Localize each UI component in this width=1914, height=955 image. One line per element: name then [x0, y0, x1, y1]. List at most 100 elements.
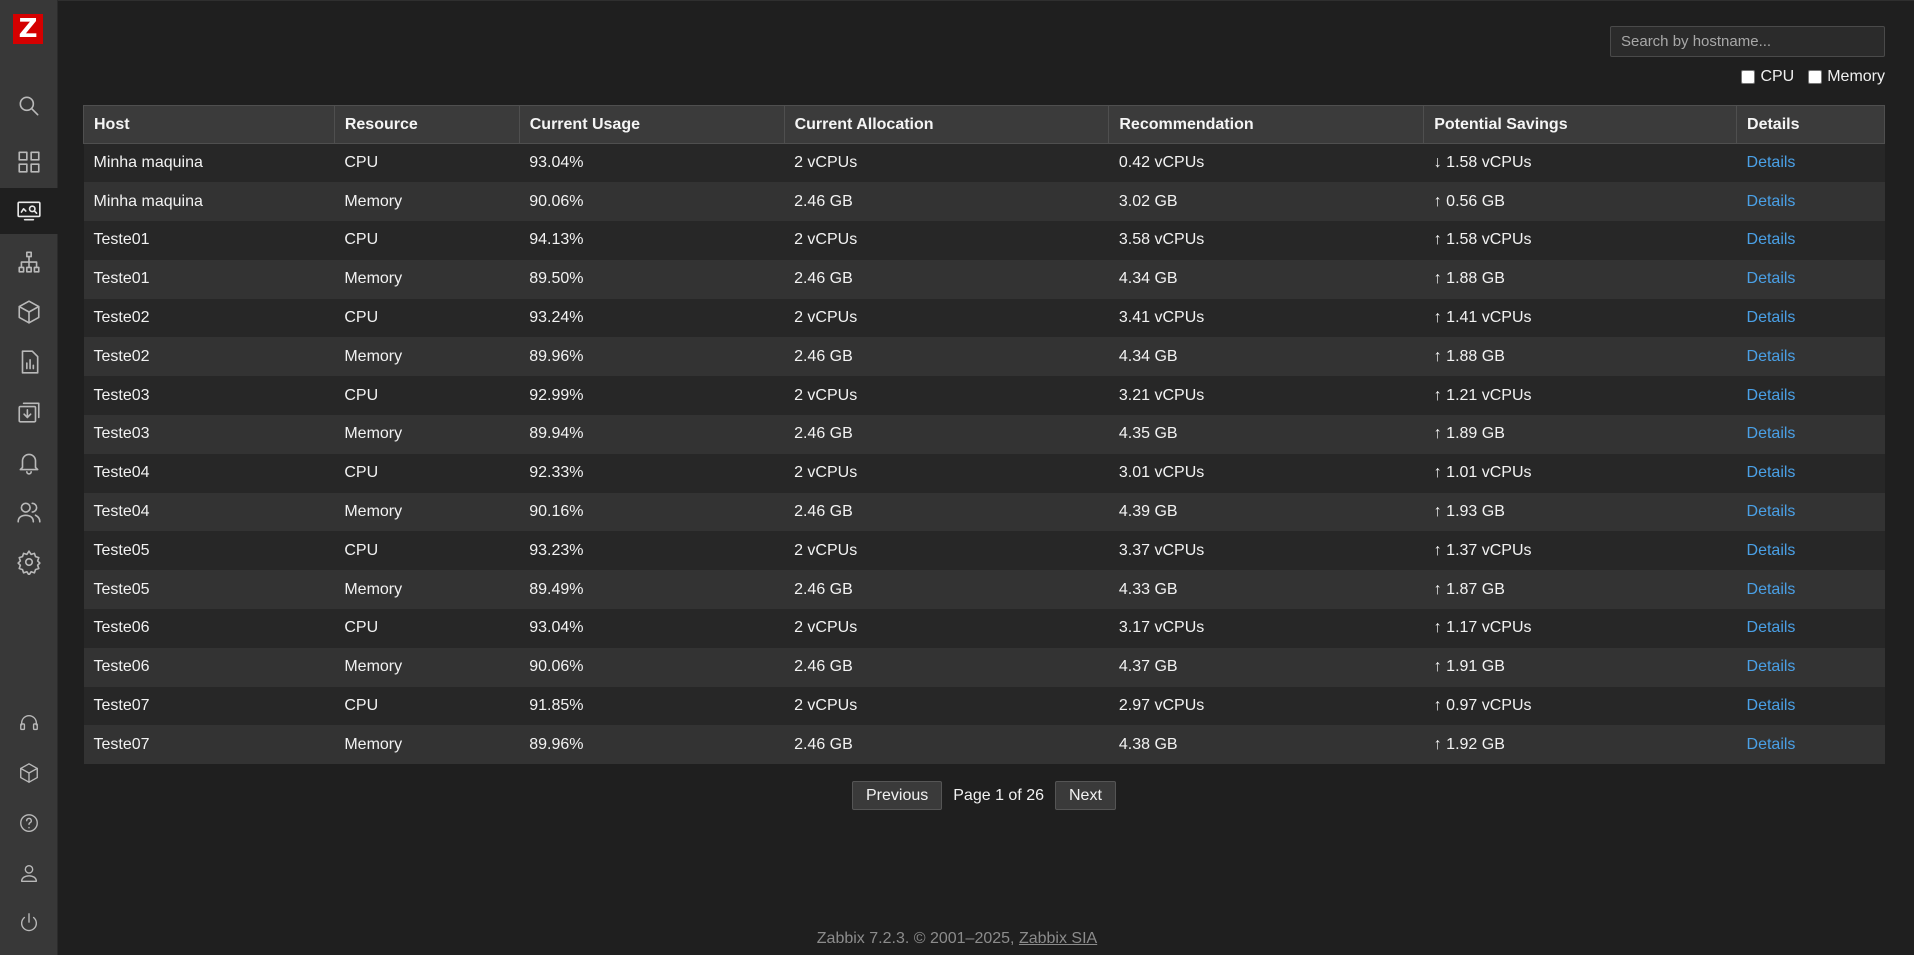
- page-indicator: Page 1 of 26: [953, 786, 1044, 804]
- cell-potential-savings: ↑ 1.17 vCPUs: [1423, 609, 1737, 648]
- table-row: Teste06 Memory 90.06% 2.46 GB 4.37 GB ↑ 1.91 …: [83, 647, 1885, 687]
- column-header-host[interactable]: Host: [83, 105, 335, 144]
- details-link[interactable]: Details: [1747, 736, 1796, 753]
- details-link[interactable]: Details: [1747, 270, 1796, 287]
- table-row: Teste03 CPU 92.99% 2 vCPUs 3.21 vCPUs ↑ 1.21 …: [83, 376, 1885, 416]
- cell-resource: CPU: [334, 531, 520, 571]
- cell-current-allocation: 2 vCPUs: [784, 221, 1109, 260]
- zabbix-sia-link[interactable]: Zabbix SIA: [1019, 930, 1097, 947]
- details-link[interactable]: Details: [1747, 581, 1796, 598]
- column-header-current-usage[interactable]: Current Usage: [518, 105, 785, 144]
- details-link[interactable]: Details: [1747, 154, 1796, 171]
- table-row: Teste03 Memory 89.94% 2.46 GB 4.35 GB ↑ 1.89 …: [83, 415, 1885, 454]
- column-header-current-allocation[interactable]: Current Allocation: [783, 105, 1109, 144]
- resource-filters: CPU Memory: [1741, 68, 1885, 86]
- cell-resource: CPU: [334, 298, 520, 338]
- zabbix-logo[interactable]: Z: [13, 14, 43, 44]
- cell-potential-savings: ↑ 1.21 vCPUs: [1423, 376, 1737, 416]
- inventory-icon[interactable]: [0, 289, 58, 335]
- cell-host: Teste05: [83, 531, 335, 571]
- network-icon[interactable]: [0, 239, 58, 285]
- integrations-icon[interactable]: [0, 750, 58, 796]
- cell-details: Details: [1736, 143, 1885, 183]
- details-link[interactable]: Details: [1747, 309, 1796, 326]
- cell-current-allocation: 2 vCPUs: [784, 376, 1109, 416]
- cpu-checkbox[interactable]: [1741, 70, 1756, 84]
- cell-recommendation: 2.97 vCPUs: [1108, 686, 1424, 726]
- help-icon[interactable]: [0, 800, 58, 846]
- previous-page-button[interactable]: Previous: [852, 781, 943, 810]
- cpu-filter[interactable]: CPU: [1741, 68, 1794, 86]
- details-link[interactable]: Details: [1747, 464, 1796, 481]
- details-link[interactable]: Details: [1747, 503, 1796, 520]
- table-row: Teste07 CPU 91.85% 2 vCPUs 2.97 vCPUs ↑ 0.97 …: [83, 686, 1885, 726]
- cell-recommendation: 4.34 GB: [1108, 259, 1424, 299]
- cell-current-allocation: 2.46 GB: [784, 182, 1109, 222]
- details-link[interactable]: Details: [1747, 231, 1796, 248]
- cell-host: Teste04: [83, 453, 335, 493]
- cell-resource: Memory: [334, 647, 520, 687]
- cell-host: Teste06: [83, 647, 335, 687]
- table-header-row: Host Resource Current Usage Current Allo…: [83, 105, 1885, 144]
- support-icon[interactable]: [0, 700, 58, 746]
- cell-resource: Memory: [334, 492, 520, 532]
- details-link[interactable]: Details: [1747, 619, 1796, 636]
- cell-host: Teste02: [83, 298, 335, 338]
- cell-recommendation: 0.42 vCPUs: [1108, 143, 1424, 183]
- cell-host: Teste06: [83, 609, 335, 648]
- cell-host: Teste02: [83, 337, 335, 377]
- cell-resource: Memory: [334, 415, 520, 454]
- table-row: Teste01 CPU 94.13% 2 vCPUs 3.58 vCPUs ↑ 1.58 …: [83, 221, 1885, 260]
- column-header-resource[interactable]: Resource: [333, 105, 520, 144]
- cell-resource: CPU: [334, 221, 520, 260]
- table-row: Teste04 CPU 92.33% 2 vCPUs 3.01 vCPUs ↑ 1.01 …: [83, 453, 1885, 493]
- table-row: Teste05 Memory 89.49% 2.46 GB 4.33 GB ↑ 1.87 …: [83, 570, 1885, 610]
- cell-current-allocation: 2 vCPUs: [784, 531, 1109, 571]
- table-row: Minha maquina CPU 93.04% 2 vCPUs 0.42 vCPUs ↓…: [83, 143, 1885, 183]
- cell-recommendation: 3.41 vCPUs: [1108, 298, 1424, 338]
- alerts-icon[interactable]: [0, 439, 58, 485]
- memory-filter[interactable]: Memory: [1808, 68, 1885, 86]
- cell-recommendation: 3.01 vCPUs: [1108, 453, 1424, 493]
- details-link[interactable]: Details: [1747, 697, 1796, 714]
- cell-resource: Memory: [334, 570, 520, 610]
- cell-recommendation: 4.35 GB: [1108, 415, 1424, 454]
- details-link[interactable]: Details: [1747, 193, 1796, 210]
- details-link[interactable]: Details: [1747, 348, 1796, 365]
- cell-current-usage: 89.94%: [519, 415, 785, 454]
- details-link[interactable]: Details: [1747, 658, 1796, 675]
- cell-recommendation: 3.37 vCPUs: [1108, 531, 1424, 571]
- details-link[interactable]: Details: [1747, 387, 1796, 404]
- memory-checkbox[interactable]: [1808, 70, 1823, 84]
- search-icon[interactable]: [0, 83, 58, 129]
- column-header-potential-savings[interactable]: Potential Savings: [1423, 105, 1737, 144]
- monitoring-icon[interactable]: [0, 188, 58, 234]
- hostname-search-input[interactable]: [1610, 26, 1885, 57]
- table-row: Teste02 Memory 89.96% 2.46 GB 4.34 GB ↑ 1.88 …: [83, 337, 1885, 377]
- users-icon[interactable]: [0, 489, 58, 535]
- reports-icon[interactable]: [0, 339, 58, 385]
- cell-resource: Memory: [334, 337, 520, 377]
- cell-current-allocation: 2 vCPUs: [784, 686, 1109, 726]
- details-link[interactable]: Details: [1747, 542, 1796, 559]
- details-link[interactable]: Details: [1747, 425, 1796, 442]
- settings-icon[interactable]: [0, 539, 58, 585]
- cell-potential-savings: ↑ 1.87 GB: [1423, 570, 1737, 610]
- cell-current-allocation: 2.46 GB: [784, 337, 1109, 377]
- cell-host: Teste01: [83, 221, 335, 260]
- cell-details: Details: [1736, 182, 1885, 222]
- cell-current-usage: 91.85%: [519, 686, 785, 726]
- cell-current-allocation: 2 vCPUs: [784, 298, 1109, 338]
- data-collection-icon[interactable]: [0, 389, 58, 435]
- cell-current-usage: 89.49%: [519, 570, 785, 610]
- cell-recommendation: 4.37 GB: [1108, 647, 1424, 687]
- next-page-button[interactable]: Next: [1055, 781, 1116, 810]
- dashboard-icon[interactable]: [0, 139, 58, 185]
- cell-details: Details: [1736, 647, 1885, 687]
- cell-details: Details: [1736, 686, 1885, 726]
- column-header-details[interactable]: Details: [1736, 105, 1885, 144]
- user-settings-icon[interactable]: [0, 850, 58, 896]
- cell-current-allocation: 2.46 GB: [784, 492, 1109, 532]
- column-header-recommendation[interactable]: Recommendation: [1108, 105, 1424, 144]
- cell-details: Details: [1736, 415, 1885, 454]
